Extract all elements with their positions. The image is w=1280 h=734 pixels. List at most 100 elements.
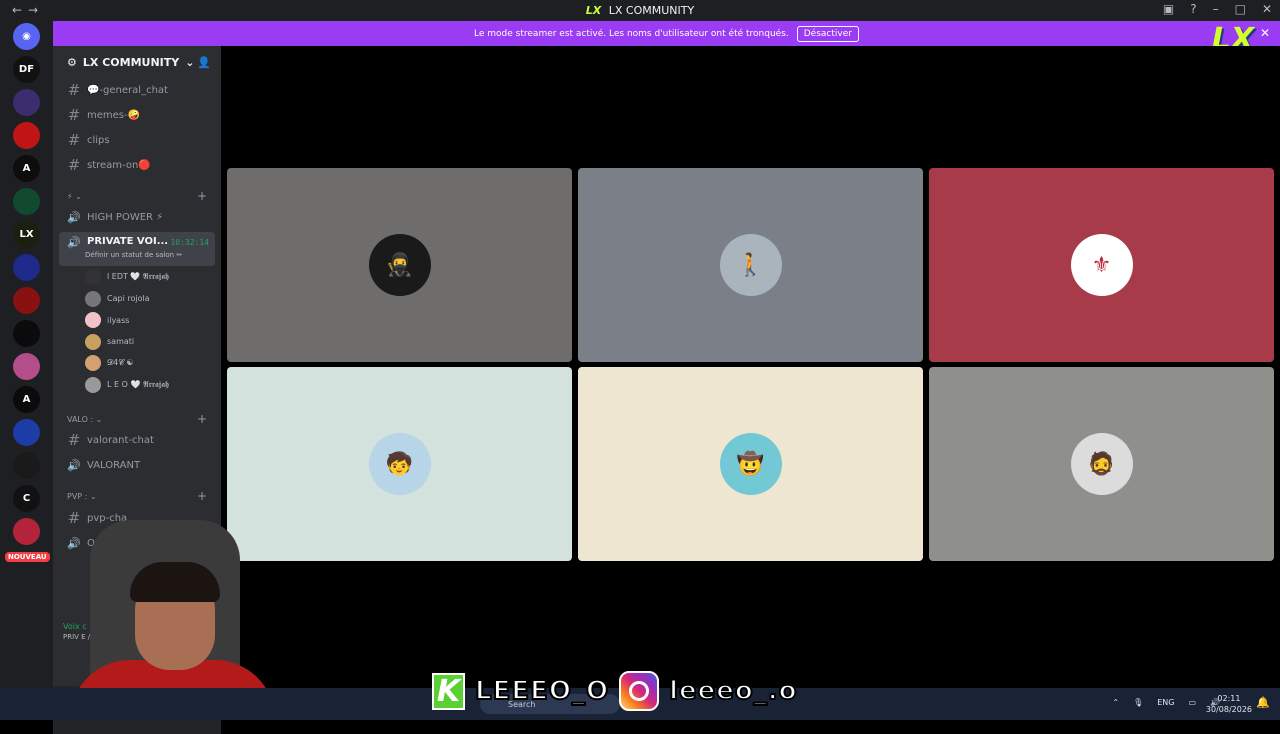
- channel-label: 💬-general_chat: [87, 84, 168, 96]
- kick-logo: K: [432, 672, 465, 710]
- voice-user-name: ilyass: [107, 315, 130, 325]
- avatar: [85, 290, 101, 307]
- channel-label: VALORANT: [87, 459, 141, 471]
- voice-user[interactable]: ilyass: [85, 310, 129, 330]
- voice-user[interactable]: samati: [85, 332, 134, 352]
- voice-user[interactable]: l EDT 🤍 𝕬𝖗𝖗𝖆𝖏𝖆𝖍: [85, 267, 169, 287]
- add-channel-icon[interactable]: +: [197, 412, 207, 426]
- add-channel-icon[interactable]: +: [197, 189, 207, 203]
- window-controls: ▣ ? – □ ✕: [1163, 2, 1272, 16]
- channel-status[interactable]: Définir un statut de salon ✏: [85, 251, 182, 259]
- minimize-icon[interactable]: –: [1213, 2, 1219, 16]
- channel-clips[interactable]: # clips: [59, 129, 215, 151]
- voice-user-name: L E O 🤍 𝕬𝖗𝖗𝖆𝖏𝖆𝖍: [107, 379, 169, 389]
- speaker-icon: 🔊: [67, 236, 81, 249]
- add-channel-icon[interactable]: +: [197, 489, 207, 503]
- banner-close-icon[interactable]: ✕: [1260, 26, 1270, 40]
- channel-label: HIGH POWER ⚡: [87, 211, 164, 223]
- voice-user-name: samati: [107, 337, 135, 346]
- language-indicator[interactable]: ENG: [1157, 698, 1174, 707]
- avatar: [85, 269, 101, 285]
- category-power[interactable]: ⚡ ⌄: [67, 192, 82, 201]
- participant-tile[interactable]: 🧒: [227, 367, 572, 561]
- server-list: ◉ DF A LX A C: [0, 21, 53, 688]
- category-pvp[interactable]: PVP : ⌄: [67, 492, 97, 501]
- server-icon[interactable]: C: [13, 485, 40, 512]
- channel-valorant-chat[interactable]: # valorant-chat: [59, 429, 215, 451]
- server-icon: ⚙: [67, 56, 77, 69]
- server-icon[interactable]: [13, 452, 40, 479]
- voice-channel-valorant[interactable]: 🔊 VALORANT: [59, 454, 215, 476]
- channel-general-chat[interactable]: # 💬-general_chat: [59, 79, 215, 101]
- channel-memes[interactable]: # memes-🤪: [59, 104, 215, 126]
- channel-label: memes-🤪: [87, 109, 141, 121]
- server-icon[interactable]: [13, 320, 40, 347]
- network-icon[interactable]: ▭: [1188, 698, 1196, 707]
- channel-label: valorant-chat: [87, 434, 154, 446]
- server-icon[interactable]: [13, 254, 40, 281]
- channel-label: clips: [87, 134, 110, 146]
- server-icon[interactable]: ◉: [13, 23, 40, 50]
- system-tray: ⌃ 🎙 ENG ▭ 🔊: [1112, 698, 1220, 707]
- server-icon[interactable]: LX: [13, 221, 40, 248]
- mic-icon[interactable]: 🎙: [1133, 698, 1143, 707]
- voice-user[interactable]: Capi rojola: [85, 289, 150, 309]
- instagram-handle: leeeo_.o: [668, 675, 798, 707]
- server-icon[interactable]: DF: [13, 56, 40, 83]
- voice-user[interactable]: L E O 🤍 𝕬𝖗𝖗𝖆𝖏𝖆𝖍: [85, 375, 169, 395]
- channel-stream-on[interactable]: # stream-on🔴: [59, 154, 215, 176]
- server-icon[interactable]: [13, 287, 40, 314]
- chevron-up-icon[interactable]: ⌃: [1112, 698, 1119, 707]
- participant-tile[interactable]: 🤠: [578, 367, 923, 561]
- date: 30/08/2026: [1205, 705, 1252, 714]
- avatar: 🤠: [719, 433, 782, 495]
- speaker-icon: 🔊: [67, 210, 81, 224]
- hash-icon: #: [67, 81, 81, 99]
- hair-shape: [130, 562, 220, 602]
- notification-icon[interactable]: 🔔: [1256, 696, 1270, 709]
- title-bar: ←→ LX LX COMMUNITY ▣ ? – □ ✕: [0, 0, 1280, 21]
- server-icon[interactable]: [13, 122, 40, 149]
- hash-icon: #: [67, 131, 81, 149]
- streamer-mode-banner: Le mode streamer est activé. Les noms d'…: [53, 21, 1280, 46]
- participant-tile[interactable]: 🚶: [578, 168, 923, 362]
- server-icon[interactable]: [13, 419, 40, 446]
- avatar: 🧔: [1070, 433, 1133, 495]
- close-icon[interactable]: ✕: [1262, 2, 1272, 16]
- speaker-icon: 🔊: [67, 458, 81, 472]
- server-icon[interactable]: [13, 89, 40, 116]
- server-icon[interactable]: [13, 353, 40, 380]
- new-badge: NOUVEAU: [5, 552, 50, 562]
- category-valo[interactable]: VALO : ⌄: [67, 415, 102, 424]
- voice-timer: 10:32:14: [170, 238, 209, 247]
- disable-streamer-button[interactable]: Désactiver: [796, 25, 859, 42]
- participant-tile[interactable]: 🥷: [227, 168, 572, 362]
- server-icon[interactable]: [13, 518, 40, 545]
- voice-channel-high-power[interactable]: 🔊 HIGH POWER ⚡: [59, 206, 215, 228]
- chevron-down-icon: ⌄: [185, 56, 195, 69]
- participant-tile[interactable]: 🧔: [929, 367, 1274, 561]
- voice-channel-private[interactable]: 🔊 PRIVATE VOI... 10:32:14 Définir un sta…: [59, 232, 215, 266]
- server-name: LX COMMUNITY: [82, 56, 180, 69]
- server-icon[interactable]: A: [13, 155, 40, 182]
- avatar: 🥷: [368, 234, 431, 296]
- window-title: LX LX COMMUNITY: [0, 4, 1280, 17]
- inbox-icon[interactable]: ▣: [1163, 2, 1174, 16]
- taskbar-clock[interactable]: 02:11 30/08/2026: [1206, 693, 1252, 715]
- avatar: ⚜: [1070, 234, 1133, 296]
- banner-message: Le mode streamer est activé. Les noms d'…: [474, 28, 789, 39]
- kick-handle: LEEEO_O: [474, 675, 610, 707]
- participant-tile[interactable]: ⚜: [929, 168, 1274, 362]
- invite-icon[interactable]: 👤: [197, 56, 211, 69]
- server-icon[interactable]: [13, 188, 40, 215]
- maximize-icon[interactable]: □: [1235, 2, 1246, 16]
- server-icon[interactable]: A: [13, 386, 40, 413]
- channel-label: stream-on🔴: [87, 159, 151, 171]
- server-header[interactable]: ⚙ LX COMMUNITY ⌄: [67, 56, 194, 69]
- hash-icon: #: [67, 106, 81, 124]
- voice-user-name: Capi rojola: [107, 294, 150, 303]
- help-icon[interactable]: ?: [1190, 2, 1196, 16]
- voice-user[interactable]: 𝓓4𝓒 ☯: [85, 353, 134, 373]
- instagram-icon: [619, 671, 660, 711]
- social-overlay: K LEEEO_O leeeo_.o: [432, 671, 797, 711]
